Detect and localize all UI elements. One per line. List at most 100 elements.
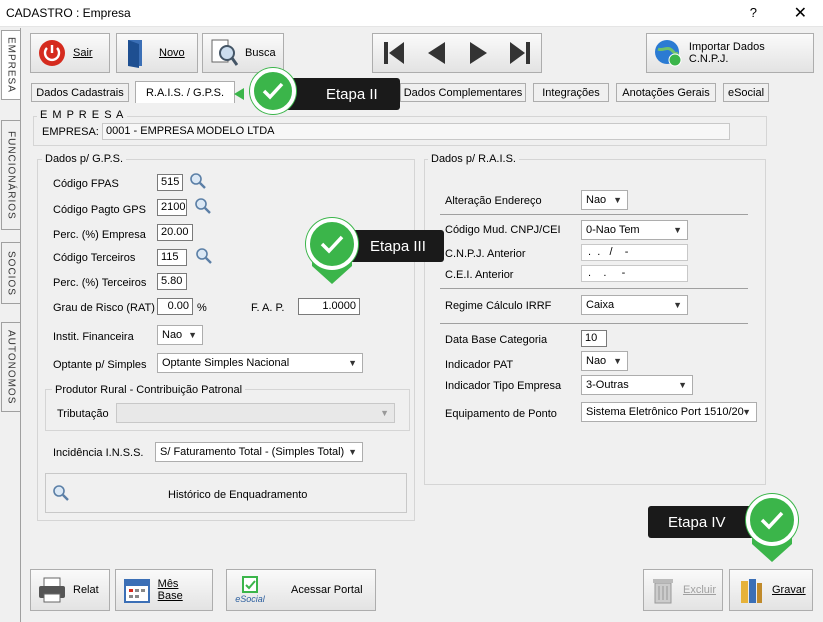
power-icon [37,38,67,68]
fap-label: F. A. P. [251,302,285,314]
relat-label: Relat [73,584,99,596]
acessar-portal-button[interactable]: eSocial Acessar Portal [226,569,376,611]
tab-esocial[interactable]: eSocial [723,83,769,102]
chevron-down-icon: ▼ [188,330,197,340]
mesbase-button[interactable]: Mês Base [115,569,213,611]
irrf-select[interactable]: Caixa ▼ [581,295,688,315]
cod-terceiros-input[interactable]: 115 [157,249,187,266]
alteracao-label: Alteração Endereço [445,195,542,207]
callout-etapa-iv: Etapa IV [648,492,800,572]
tributacao-label: Tributação [57,408,109,420]
perc-terceiros-input[interactable]: 5.80 [157,273,187,290]
calendar-icon [122,575,152,605]
tab-rais-gps[interactable]: R.A.I.S. / G.P.S. [135,81,235,103]
excluir-label: Excluir [682,584,716,596]
door-icon [123,38,153,68]
irrf-label: Regime Cálculo IRRF [445,300,552,312]
chevron-down-icon: ▼ [613,356,622,366]
record-navigator [372,33,542,73]
terceiros-search-icon[interactable] [195,247,213,265]
pointer-arrow-icon [234,88,244,100]
side-tab-socios[interactable]: SOCIOS [1,242,20,304]
pagto-label: Código Pagto GPS [53,204,146,216]
fap-input[interactable]: 1.0000 [298,298,360,315]
sair-button[interactable]: Sair [30,33,110,73]
novo-button[interactable]: Novo [116,33,198,73]
close-button[interactable]: ✕ [794,3,807,23]
cnpj-label: C.N.P.J. Anterior [445,248,526,260]
novo-label: Novo [159,47,185,59]
incidencia-select[interactable]: S/ Faturamento Total - (Simples Total) ▼ [155,442,363,462]
sair-label: Sair [73,47,93,59]
perc-empresa-label: Perc. (%) Empresa [53,229,146,241]
tributacao-select[interactable]: ▼ [116,403,395,423]
tipo-select[interactable]: 3-Outras ▼ [581,375,693,395]
divider [440,214,748,215]
rat-input[interactable]: 0.00 [157,298,193,315]
fpas-input[interactable]: 515 [157,174,183,191]
perc-empresa-input[interactable]: 20.00 [157,224,193,241]
cei-input[interactable]: . . - [581,265,688,282]
pagto-input[interactable]: 2100 [157,199,187,216]
first-record-icon[interactable] [378,36,410,70]
search-doc-icon [209,38,239,68]
acessar-portal-label: Acessar Portal [291,584,363,596]
instit-label: Instit. Financeira [53,331,134,343]
database-input[interactable]: 10 [581,330,607,347]
tab-dados-complementares[interactable]: Dados Complementares [400,83,526,102]
optante-select[interactable]: Optante Simples Nacional ▼ [157,353,363,373]
save-books-icon [736,575,766,605]
callout-etapa-iii: Etapa III [304,214,444,294]
historico-search-icon [52,484,70,502]
rat-label: Grau de Risco (RAT) [53,302,155,314]
next-record-icon[interactable] [462,36,494,70]
empresa-field: 0001 - EMPRESA MODELO LTDA [102,123,730,140]
excluir-button[interactable]: Excluir [643,569,723,611]
instit-select[interactable]: Nao ▼ [157,325,203,345]
importar-button[interactable]: Importar Dados C.N.P.J. [646,33,814,73]
tab-dados-cadastrais[interactable]: Dados Cadastrais [31,83,129,102]
globe-icon [653,38,683,68]
pagto-search-icon[interactable] [194,197,212,215]
check-icon [250,68,296,114]
rat-unit: % [197,302,207,314]
incidencia-label: Incidência I.N.S.S. [53,447,144,459]
relat-button[interactable]: Relat [30,569,110,611]
fpas-search-icon[interactable] [189,172,207,190]
alteracao-select[interactable]: Nao ▼ [581,190,628,210]
chevron-down-icon: ▼ [673,300,682,310]
codmud-select[interactable]: 0-Nao Tem ▼ [581,220,688,240]
tab-anotacoes-gerais[interactable]: Anotações Gerais [616,83,716,102]
produtor-group-title: Produtor Rural - Contribuição Patronal [52,384,246,396]
gravar-label: Gravar [772,584,806,596]
esocial-logo-icon: eSocial [233,576,267,604]
busca-label: Busca [245,47,276,59]
historico-label: Histórico de Enquadramento [168,489,308,501]
ponto-select[interactable]: Sistema Eletrônico Port 1510/20 ▼ [581,402,757,422]
pat-label: Indicador PAT [445,359,514,371]
fpas-label: Código FPAS [53,178,119,190]
previous-record-icon[interactable] [420,36,452,70]
chevron-down-icon: ▼ [380,408,389,418]
check-icon [746,494,798,546]
help-button[interactable]: ? [750,5,757,20]
empresa-label: EMPRESA: [42,126,99,138]
database-label: Data Base Categoria [445,334,548,346]
tab-integracoes[interactable]: Integrações [533,83,609,102]
empresa-group-title: E M P R E S A [37,109,128,121]
chevron-down-icon: ▼ [742,407,751,417]
busca-button[interactable]: Busca [202,33,284,73]
side-tab-funcionarios[interactable]: FUNCIONÁRIOS [1,120,20,230]
printer-icon [37,575,67,605]
side-tab-empresa[interactable]: EMPRESA [1,30,20,100]
chevron-down-icon: ▼ [348,358,357,368]
last-record-icon[interactable] [504,36,536,70]
side-tab-autonomos[interactable]: AUTONOMOS [1,322,20,412]
divider [440,288,748,289]
pat-select[interactable]: Nao ▼ [581,351,628,371]
cod-terceiros-label: Código Terceiros [53,252,136,264]
chevron-down-icon: ▼ [613,195,622,205]
gravar-button[interactable]: Gravar [729,569,813,611]
cnpj-input[interactable]: . . / - [581,244,688,261]
window-title: CADASTRO : Empresa [6,6,131,20]
